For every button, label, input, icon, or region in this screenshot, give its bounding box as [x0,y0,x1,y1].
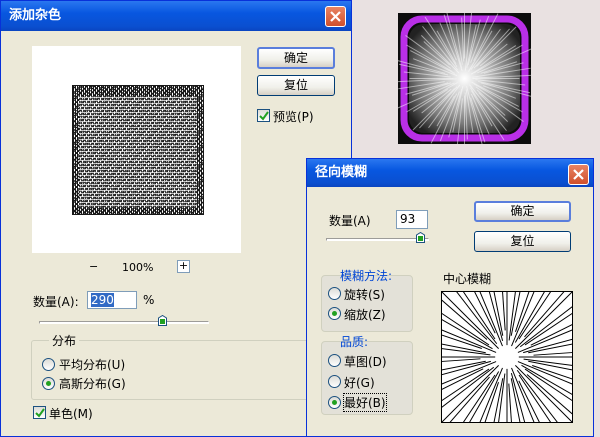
good-label: 好(G) [344,376,375,390]
ok-button-label: 确定 [510,204,535,218]
uniform-radio[interactable] [42,358,55,371]
blur-amount-input[interactable]: 93 [396,210,428,229]
noise-preview-texture [79,96,197,208]
add-noise-dialog: 添加杂色 确定 复位 预览(P) − 100% + 数量(A): 290 % 分… [0,0,352,437]
gaussian-label: 高斯分布(G) [59,377,126,391]
reset-button-label: 复位 [283,78,308,92]
amount-label: 数量(A): [33,295,79,309]
ok-button-label: 确定 [283,51,308,65]
amount-unit: % [143,293,155,307]
radial-blur-ok-button[interactable]: 确定 [474,201,571,222]
blur-center-picker[interactable] [441,291,573,423]
radial-blur-dialog: 径向模糊 数量(A) 93 确定 复位 模糊方法: 旋转(S) 缩放(Z) 品质… [306,158,594,437]
add-noise-titlebar[interactable]: 添加杂色 [1,1,351,31]
monochrome-checkbox[interactable] [33,406,46,419]
checkmark-icon [35,408,45,418]
amount-value: 290 [91,293,114,307]
distribution-title: 分布 [49,332,80,349]
add-noise-close-button[interactable] [325,6,346,27]
radial-blur-close-button[interactable] [568,164,589,185]
preview-checkbox[interactable] [257,109,270,122]
good-radio[interactable] [328,375,341,388]
close-icon [330,11,341,22]
best-label: 最好(B) [343,393,387,412]
zoom-radio[interactable] [328,307,341,320]
add-noise-title: 添加杂色 [9,8,62,23]
checkmark-icon [259,111,269,121]
uniform-label: 平均分布(U) [59,358,126,372]
amount-slider-thumb[interactable] [158,315,167,326]
preview-label: 预览(P) [273,110,314,124]
draft-radio[interactable] [328,354,341,367]
zoom-out-button[interactable]: − [89,260,98,273]
zoom-in-button[interactable]: + [177,260,190,273]
blur-amount-slider-thumb[interactable] [416,232,425,243]
gaussian-radio[interactable] [42,377,55,390]
blur-amount-label: 数量(A) [329,214,371,228]
blur-amount-slider-track[interactable] [326,238,429,241]
close-icon [573,169,584,180]
radial-blur-result-thumbnail [398,13,531,144]
center-blur-title: 中心模糊 [443,272,492,286]
add-noise-ok-button[interactable]: 确定 [257,47,335,69]
radial-blur-title: 径向模糊 [315,165,368,180]
spin-label: 旋转(S) [344,288,385,302]
spin-radio[interactable] [328,287,341,300]
zoom-level: 100% [122,261,154,274]
radial-blur-reset-button[interactable]: 复位 [474,231,571,252]
zoom-plus-icon: + [178,259,189,272]
reset-button-label: 复位 [510,234,535,248]
monochrome-label: 单色(M) [49,407,93,421]
blur-method-title: 模糊方法: [340,269,393,283]
add-noise-reset-button[interactable]: 复位 [257,75,335,96]
quality-title: 品质: [340,335,369,349]
blur-amount-value: 93 [400,212,416,226]
draft-label: 草图(D) [344,355,387,369]
radial-blur-titlebar[interactable]: 径向模糊 [307,159,593,187]
amount-input[interactable]: 290 [87,291,137,309]
zoom-label: 缩放(Z) [344,308,386,322]
amount-slider-track[interactable] [39,321,209,324]
best-radio[interactable] [328,396,341,409]
